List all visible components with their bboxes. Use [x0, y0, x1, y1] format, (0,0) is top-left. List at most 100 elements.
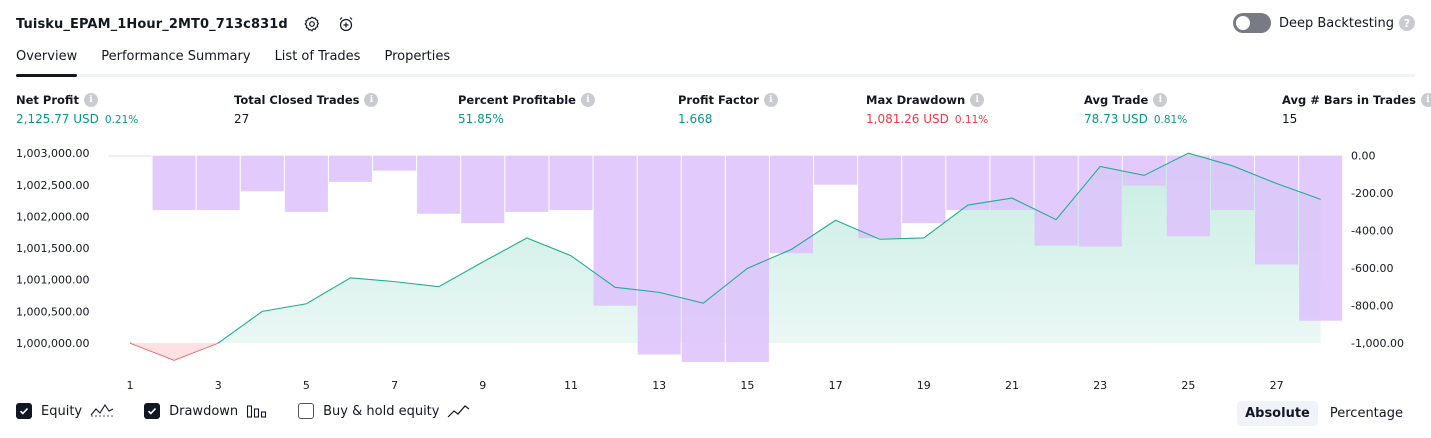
settings-icon[interactable]: [302, 14, 322, 34]
y-tick-right: -200.00: [1351, 187, 1393, 200]
drawdown-bar: [902, 155, 946, 224]
metric-value: 1,081.26 USD: [866, 112, 949, 126]
metric-label: Avg Trade: [1084, 93, 1149, 107]
x-tick: 13: [652, 379, 666, 392]
add-alert-icon[interactable]: [336, 14, 356, 34]
metric-avg-bars-in-trades: Avg # Bars in Trades i 15: [1282, 93, 1431, 126]
checkbox-checked-icon[interactable]: [144, 403, 161, 419]
info-icon[interactable]: i: [763, 93, 778, 107]
metric-label: Percent Profitable: [458, 93, 576, 107]
legend-equity[interactable]: Equity: [16, 403, 114, 419]
drawdown-bar: [593, 155, 637, 306]
y-tick-left: 1,000,000.00: [16, 337, 89, 350]
info-icon[interactable]: i: [1420, 93, 1431, 107]
info-icon[interactable]: i: [364, 93, 379, 107]
equity-chart: 1,003,000.00 1,002,500.00 1,002,000.00 1,00…: [16, 147, 1404, 392]
drawdown-bar: [505, 155, 549, 212]
metric-value: 15: [1282, 112, 1298, 126]
y-tick-left: 1,002,000.00: [16, 210, 89, 223]
metric-label: Total Closed Trades: [234, 93, 360, 107]
y-tick-left: 1,003,000.00: [16, 147, 89, 160]
metric-percent-profitable: Percent Profitable i 51.85%: [458, 93, 595, 126]
metrics-row: Net Profit i 2,125.77 USD 0.21% Total Clos…: [16, 93, 1431, 133]
y-tick-left: 1,002,500.00: [16, 179, 89, 192]
info-icon[interactable]: i: [580, 93, 595, 107]
drawdown-bar: [284, 155, 328, 212]
tab-properties[interactable]: Properties: [384, 44, 450, 74]
tab-overview[interactable]: Overview: [16, 44, 78, 77]
x-tick: 7: [391, 379, 398, 392]
drawdown-bar: [858, 155, 902, 239]
drawdown-bar: [108, 155, 152, 157]
metric-percent: 0.11%: [954, 114, 989, 126]
deep-backtesting-toggle[interactable]: [1232, 13, 1271, 33]
legend-drawdown[interactable]: Drawdown: [144, 403, 268, 419]
y-tick-right: -1,000.00: [1351, 337, 1404, 350]
drawdown-bar: [681, 155, 725, 362]
metric-label: Max Drawdown: [866, 93, 966, 107]
info-icon[interactable]: i: [970, 93, 985, 107]
x-tick: 5: [303, 379, 310, 392]
drawdown-bar: [196, 155, 240, 211]
drawdown-bar: [814, 155, 858, 185]
metric-value: 78.73 USD: [1084, 112, 1148, 126]
mode-absolute-button[interactable]: Absolute: [1237, 401, 1318, 426]
y-tick-right: -600.00: [1351, 262, 1393, 275]
metric-profit-factor: Profit Factor i 1.668: [678, 93, 778, 126]
y-tick-left: 1,001,000.00: [16, 274, 89, 287]
tab-performance-summary[interactable]: Performance Summary: [101, 44, 250, 74]
drawdown-bar: [725, 155, 769, 362]
metric-avg-trade: Avg Trade i 78.73 USD 0.81%: [1084, 93, 1187, 126]
x-tick: 17: [829, 379, 843, 392]
drawdown-bar: [946, 155, 990, 211]
y-tick-right: -800.00: [1351, 300, 1393, 313]
x-tick: 1: [127, 379, 134, 392]
tab-list-of-trades[interactable]: List of Trades: [275, 44, 361, 74]
equity-below-area: [130, 343, 219, 361]
legend-buy-hold-equity[interactable]: Buy & hold equity: [298, 403, 471, 419]
y-tick-right: -400.00: [1351, 225, 1393, 238]
metric-label: Avg # Bars in Trades: [1282, 93, 1416, 107]
metric-label: Net Profit: [16, 93, 79, 107]
checkbox-checked-icon[interactable]: [16, 403, 32, 419]
drawdown-bar: [637, 155, 681, 355]
metric-value: 1.668: [678, 112, 713, 126]
drawdown-bar: [769, 155, 814, 254]
legend-label: Buy & hold equity: [323, 403, 440, 419]
drawdown-bars-icon: [246, 403, 268, 419]
x-tick: 27: [1270, 379, 1284, 392]
mode-percentage-button[interactable]: Percentage: [1322, 401, 1411, 426]
drawdown-bar: [1255, 155, 1299, 265]
drawdown-bar: [1166, 155, 1210, 237]
x-tick: 21: [1005, 379, 1019, 392]
metric-label: Profit Factor: [678, 93, 759, 107]
drawdown-bar: [373, 155, 417, 171]
info-icon[interactable]: i: [1153, 93, 1168, 107]
report-tabs: Overview Performance Summary List of Tra…: [16, 44, 1415, 77]
buyhold-line-icon: [447, 403, 471, 419]
x-tick: 19: [917, 379, 931, 392]
drawdown-bar: [240, 155, 284, 192]
checkbox-unchecked-icon[interactable]: [298, 403, 315, 419]
deep-backtesting: Deep Backtesting ?: [1232, 13, 1415, 33]
drawdown-bar: [549, 155, 593, 211]
drawdown-bar: [1299, 155, 1343, 321]
metric-net-profit: Net Profit i 2,125.77 USD 0.21%: [16, 93, 138, 126]
metric-total-closed-trades: Total Closed Trades i 27: [234, 93, 379, 126]
drawdown-bar: [1210, 155, 1255, 211]
metric-percent: 0.21%: [104, 114, 139, 126]
metric-max-drawdown: Max Drawdown i 1,081.26 USD 0.11%: [866, 93, 988, 126]
x-tick: 9: [479, 379, 486, 392]
deep-backtesting-label: Deep Backtesting: [1278, 15, 1394, 31]
metric-percent: 0.81%: [1153, 114, 1188, 126]
chart-legend: Equity Drawdown Buy & hold equity: [16, 403, 501, 419]
x-tick: 15: [740, 379, 754, 392]
drawdown-bar: [328, 155, 373, 182]
x-tick: 11: [564, 379, 578, 392]
help-icon[interactable]: ?: [1399, 15, 1415, 31]
info-icon[interactable]: i: [83, 93, 98, 107]
metric-value: 51.85%: [458, 112, 504, 126]
drawdown-bar: [990, 155, 1034, 211]
metric-value: 27: [234, 112, 250, 126]
x-tick: 25: [1181, 379, 1195, 392]
